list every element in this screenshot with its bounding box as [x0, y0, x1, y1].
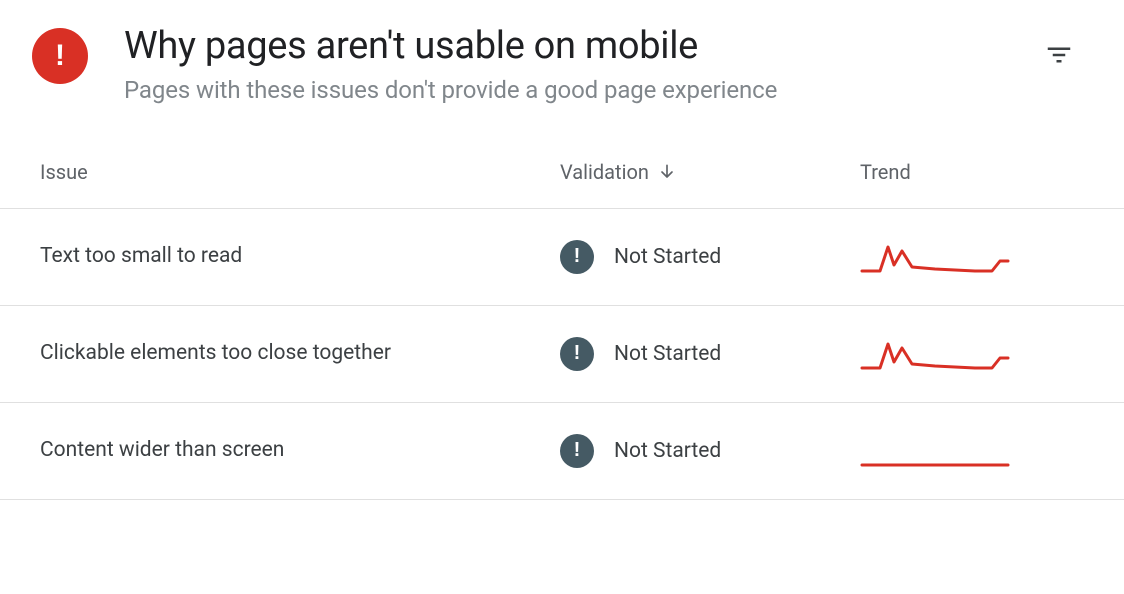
issue-name: Content wider than screen: [40, 434, 560, 468]
column-validation[interactable]: Validation: [560, 160, 860, 184]
error-icon: !: [32, 28, 88, 84]
issues-table: Issue Validation Trend Text too small to…: [0, 160, 1124, 500]
trend-cell: [860, 334, 1084, 374]
trend-cell: [860, 237, 1084, 277]
validation-cell: ! Not Started: [560, 434, 860, 468]
trend-sparkline: [860, 334, 1010, 374]
table-row[interactable]: Content wider than screen ! Not Started: [0, 403, 1124, 500]
status-not-started-icon: !: [560, 337, 594, 371]
validation-status: Not Started: [614, 245, 721, 269]
trend-sparkline: [860, 431, 1010, 471]
validation-cell: ! Not Started: [560, 240, 860, 274]
page-subtitle: Pages with these issues don't provide a …: [124, 76, 1008, 104]
issue-name: Clickable elements too close together: [40, 337, 560, 371]
table-header: Issue Validation Trend: [0, 160, 1124, 209]
table-row[interactable]: Clickable elements too close together ! …: [0, 306, 1124, 403]
column-issue[interactable]: Issue: [40, 160, 560, 184]
status-not-started-icon: !: [560, 434, 594, 468]
column-trend[interactable]: Trend: [860, 160, 1084, 184]
filter-icon[interactable]: [1044, 40, 1074, 74]
panel-header: ! Why pages aren't usable on mobile Page…: [0, 20, 1124, 104]
validation-status: Not Started: [614, 439, 721, 463]
column-validation-label: Validation: [560, 160, 649, 184]
validation-status: Not Started: [614, 342, 721, 366]
trend-sparkline: [860, 237, 1010, 277]
sort-descending-icon: [657, 162, 677, 182]
status-not-started-icon: !: [560, 240, 594, 274]
page-title: Why pages aren't usable on mobile: [124, 24, 1008, 70]
validation-cell: ! Not Started: [560, 337, 860, 371]
trend-cell: [860, 431, 1084, 471]
issue-name: Text too small to read: [40, 240, 560, 274]
table-row[interactable]: Text too small to read ! Not Started: [0, 209, 1124, 306]
